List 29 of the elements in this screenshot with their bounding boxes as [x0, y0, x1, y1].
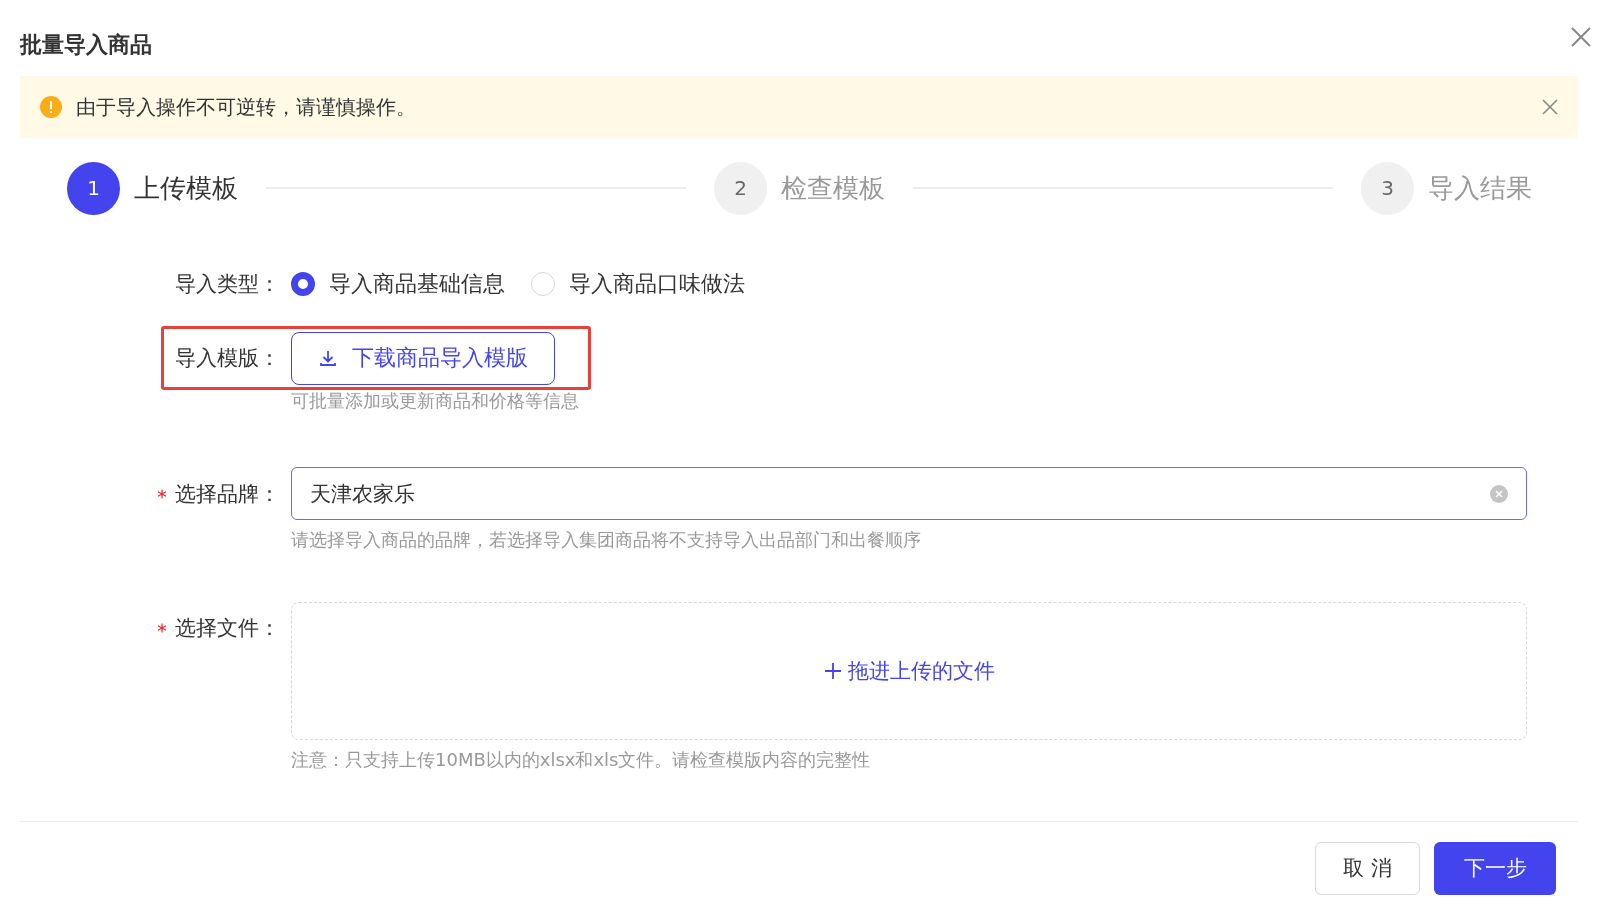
next-button[interactable]: 下一步 [1434, 841, 1556, 895]
field-label: 导入模版： [175, 345, 280, 372]
download-button[interactable]: 下载商品导入模版 [291, 331, 555, 385]
alert-text: 由于导入操作不可逆转，请谨慎操作。 [76, 93, 417, 121]
hint-text: 可批量添加或更新商品和价格等信息 [291, 389, 579, 413]
step-circle: 1 [67, 161, 120, 215]
download-icon [318, 348, 338, 368]
brand-select[interactable]: 天津农家乐 [291, 467, 1527, 520]
field-label: 导入类型： [175, 271, 280, 298]
step-circle: 2 [714, 161, 767, 215]
step-label: 上传模板 [134, 171, 238, 205]
step-label: 检查模板 [781, 171, 885, 205]
field-label: 选择品牌： [175, 480, 280, 508]
plus-icon [823, 662, 842, 680]
note-text: 注意：只支持上传10MB以内的xlsx和xls文件。请检查模版内容的完整性 [291, 748, 871, 772]
radio-option[interactable]: 导入商品基础信息 [291, 269, 505, 299]
step-circle: 3 [1361, 161, 1414, 215]
clear-icon[interactable] [1490, 484, 1508, 503]
close-icon[interactable] [1542, 99, 1558, 115]
drop-text: 拖进上传的文件 [847, 658, 995, 685]
hint-text: 请选择导入商品的品牌，若选择导入集团商品将不支持导入出品部门和出餐顺序 [291, 528, 921, 552]
warning-icon [40, 96, 62, 118]
file-drop-zone[interactable]: 拖进上传的文件 [291, 602, 1527, 740]
close-icon[interactable] [1570, 26, 1592, 48]
field-label: 选择文件： [175, 615, 280, 642]
dialog-title: 批量导入商品 [20, 31, 152, 59]
step-label: 导入结果 [1428, 171, 1532, 205]
radio-option[interactable]: 导入商品口味做法 [531, 269, 745, 299]
cancel-button[interactable]: 取 消 [1315, 841, 1420, 895]
